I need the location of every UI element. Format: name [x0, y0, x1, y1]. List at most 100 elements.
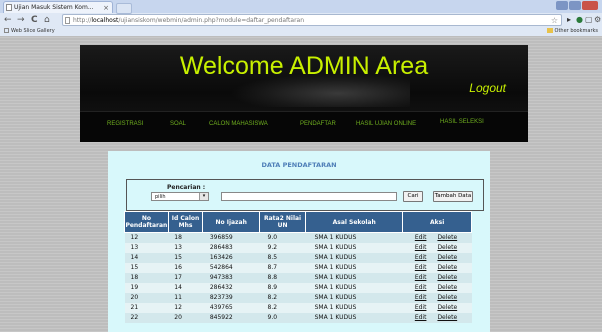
delete-link[interactable]: Delete — [437, 274, 457, 281]
menu-item-hasil-seleksi[interactable]: HASIL SELEKSI — [440, 118, 484, 126]
table-header-row: No Pendaftaran Id Calon Mhs No Ijazah Ra… — [124, 211, 472, 233]
welcome-title: Welcome ADMIN Area — [179, 52, 429, 80]
close-window-button[interactable] — [582, 1, 598, 10]
table-cell: 9.0 — [259, 313, 306, 323]
menu-item-pendaftar[interactable]: PENDAFTAR — [300, 120, 336, 128]
other-bookmarks[interactable]: Other bookmarks — [546, 27, 598, 36]
delete-link[interactable]: Delete — [437, 314, 457, 321]
extension-icon[interactable]: ● — [576, 15, 583, 25]
table-row: 14 15 163426 8.5 SMA 1 KUDUS Edit Delete — [124, 253, 472, 263]
play-icon[interactable]: ▸ — [567, 15, 571, 25]
delete-link[interactable]: Delete — [437, 284, 457, 291]
table-cell: 8.8 — [259, 273, 306, 283]
search-input[interactable] — [221, 192, 397, 201]
table-cell: 14 — [168, 283, 203, 293]
bookmark-web-slice[interactable]: Web Slice Gallery — [4, 27, 55, 36]
address-bar[interactable]: http://localhost/ujiansiskom/webmin/admi… — [62, 14, 562, 26]
delete-link[interactable]: Delete — [437, 294, 457, 301]
menu-item-soal[interactable]: SOAL — [170, 120, 186, 128]
wrench-icon[interactable]: ⚙ — [594, 15, 601, 25]
web-slice-icon — [4, 28, 9, 33]
search-panel: Pencarian : pilih ▾ Cari Tambah Data — [126, 179, 484, 211]
action-cell: Edit Delete — [402, 253, 472, 263]
table-cell: 8.2 — [259, 293, 306, 303]
edit-link[interactable]: Edit — [415, 314, 427, 321]
table-cell: 823739 — [202, 293, 260, 303]
delete-link[interactable]: Delete — [437, 254, 457, 261]
bookmark-star-icon[interactable]: ☆ — [551, 15, 558, 25]
table-cell: 22 — [124, 313, 169, 323]
table-row: 18 17 947383 8.8 SMA 1 KUDUS Edit Delete — [124, 273, 472, 283]
table-cell: 8.9 — [259, 283, 306, 293]
window-controls — [556, 1, 598, 11]
table-cell: SMA 1 KUDUS — [305, 313, 403, 323]
table-cell: 286483 — [202, 243, 260, 253]
table-row: 21 12 439765 8.2 SMA 1 KUDUS Edit Delete — [124, 303, 472, 313]
back-icon[interactable]: ← — [4, 15, 12, 25]
table-cell: SMA 1 KUDUS — [305, 243, 403, 253]
delete-link[interactable]: Delete — [437, 304, 457, 311]
action-cell: Edit Delete — [402, 303, 472, 313]
table-row: 15 16 542864 8.7 SMA 1 KUDUS Edit Delete — [124, 263, 472, 273]
search-filter-select[interactable]: pilih ▾ — [151, 192, 209, 201]
browser-toolbar: ← → C ⌂ http://localhost/ujiansiskom/web… — [0, 13, 602, 27]
add-data-button[interactable]: Tambah Data — [433, 191, 473, 202]
edit-link[interactable]: Edit — [415, 284, 427, 291]
page-menu-icon[interactable]: ▢ — [585, 15, 593, 25]
delete-link[interactable]: Delete — [437, 244, 457, 251]
table-cell: 20 — [168, 313, 203, 323]
delete-link[interactable]: Delete — [437, 264, 457, 271]
edit-link[interactable]: Edit — [415, 264, 427, 271]
url-path: /ujiansiskom/webmin/admin.php?module=daf… — [118, 17, 305, 24]
tab-bar: Ujian Masuk Sistem Kom... × — [0, 0, 602, 14]
table-row: 22 20 845922 9.0 SMA 1 KUDUS Edit Delete — [124, 313, 472, 323]
table-cell: 19 — [124, 283, 169, 293]
column-header-ijazah: No Ijazah — [202, 211, 261, 233]
table-cell: SMA 1 KUDUS — [305, 253, 403, 263]
table-cell: SMA 1 KUDUS — [305, 263, 403, 273]
forward-icon[interactable]: → — [17, 15, 25, 25]
table-cell: SMA 1 KUDUS — [305, 273, 403, 283]
table-cell: 8.7 — [259, 263, 306, 273]
edit-link[interactable]: Edit — [415, 274, 427, 281]
browser-chrome: Ujian Masuk Sistem Kom... × ← → C ⌂ http… — [0, 0, 602, 36]
menu-item-registrasi[interactable]: REGISTRASI — [107, 120, 143, 128]
table-cell: 439765 — [202, 303, 260, 313]
table-cell: 845922 — [202, 313, 260, 323]
edit-link[interactable]: Edit — [415, 254, 427, 261]
page-icon — [6, 4, 12, 11]
table-cell: 13 — [124, 243, 169, 253]
delete-link[interactable]: Delete — [437, 234, 457, 241]
chevron-down-icon: ▾ — [199, 193, 208, 200]
column-header-no: No Pendaftaran — [124, 211, 169, 233]
maximize-button[interactable] — [569, 1, 581, 10]
bookmarks-bar: Web Slice Gallery Other bookmarks — [0, 27, 602, 36]
action-cell: Edit Delete — [402, 283, 472, 293]
main-menu: REGISTRASI SOAL CALON MAHASISWA PENDAFTA… — [80, 111, 528, 142]
edit-link[interactable]: Edit — [415, 244, 427, 251]
table-cell: 9.0 — [259, 232, 306, 243]
page-title: DATA PENDAFTARAN — [261, 161, 337, 169]
table-cell: SMA 1 KUDUS — [305, 303, 403, 313]
logout-link[interactable]: Logout — [469, 81, 506, 95]
search-button[interactable]: Cari — [403, 191, 423, 202]
search-label: Pencarian : — [167, 184, 206, 191]
edit-link[interactable]: Edit — [415, 294, 427, 301]
reload-icon[interactable]: C — [31, 15, 38, 25]
content-panel: DATA PENDAFTARAN Pencarian : pilih ▾ Car… — [108, 151, 490, 332]
table-cell: 163426 — [202, 253, 260, 263]
menu-item-hasil-ujian-online[interactable]: HASIL UJIAN ONLINE — [356, 120, 416, 128]
minimize-button[interactable] — [556, 1, 568, 10]
menu-item-calon-mahasiswa[interactable]: CALON MAHASISWA — [209, 120, 268, 128]
table-cell: 11 — [168, 293, 203, 303]
tab-close-icon[interactable]: × — [103, 2, 109, 13]
edit-link[interactable]: Edit — [415, 234, 427, 241]
home-icon[interactable]: ⌂ — [44, 15, 50, 25]
table-row: 19 14 286432 8.9 SMA 1 KUDUS Edit Delete — [124, 283, 472, 293]
edit-link[interactable]: Edit — [415, 304, 427, 311]
column-header-id: Id Calon Mhs — [167, 211, 204, 233]
other-bookmarks-label: Other bookmarks — [554, 28, 598, 34]
browser-tab[interactable]: Ujian Masuk Sistem Kom... × — [3, 1, 113, 13]
table-cell: SMA 1 KUDUS — [305, 293, 403, 303]
url-host: localhost — [91, 17, 119, 24]
